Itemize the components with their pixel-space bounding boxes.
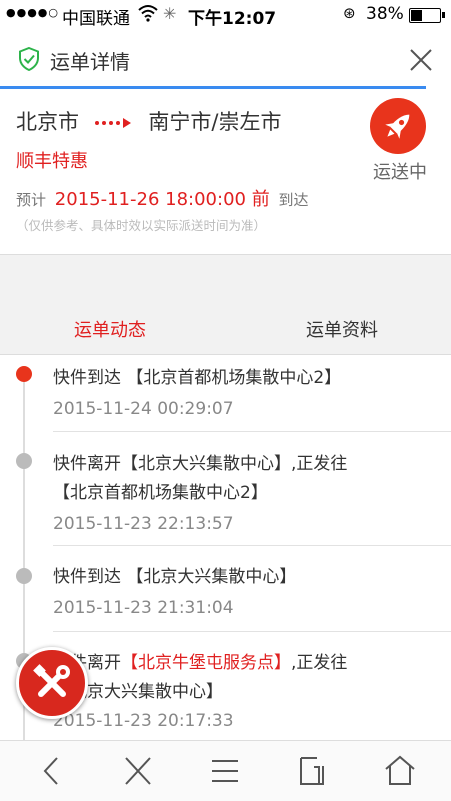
carrier-name: 中国联通: [62, 9, 130, 29]
status-bar: ●●●●○ 中国联通 ✳ 下午12:07 ⊛ 38%: [0, 0, 451, 30]
destination-city: 南宁市/崇左市: [148, 110, 282, 134]
eta-prefix: 预计: [16, 191, 47, 209]
home-icon[interactable]: [380, 753, 420, 789]
shipment-status: 运送中: [373, 162, 427, 183]
close-icon[interactable]: [118, 753, 158, 789]
battery-icon: [409, 8, 445, 23]
timeline-dot: [16, 568, 32, 584]
timeline-dot: [16, 453, 32, 469]
wifi-icon: [138, 4, 158, 27]
battery-fill: [411, 10, 422, 21]
eta-time: 2015-11-26 18:00:00 前: [54, 189, 270, 210]
origin-city: 北京市: [16, 110, 79, 134]
timeline-dot-current: [16, 366, 32, 382]
event-time: 2015-11-24 00:29:07: [53, 399, 234, 419]
bottom-toolbar: [0, 740, 451, 801]
page-load-progress: [0, 86, 426, 89]
event-time: 2015-11-23 22:13:57: [53, 514, 234, 534]
route-arrow-icon: [94, 118, 131, 128]
event-description: 快件离开【北京牛堡屯服务点】,正发往 【北京大兴集散中心】: [53, 653, 348, 702]
route: 北京市 南宁市/崇左市: [16, 106, 281, 136]
event-description: 快件到达 【北京大兴集散中心】: [53, 567, 297, 587]
eta-suffix: 到达: [278, 191, 309, 209]
rotation-lock-icon: ⊛: [343, 4, 356, 22]
tools-icon: [33, 664, 70, 697]
event-time: 2015-11-23 21:31:04: [53, 598, 234, 618]
tab-details[interactable]: 运单资料: [306, 316, 378, 342]
tab-tracking[interactable]: 运单动态: [74, 316, 146, 342]
eta: 预计 2015-11-26 18:00:00 前 到达: [16, 185, 309, 211]
tools-button[interactable]: [16, 647, 88, 719]
event-description: 快件到达 【北京首都机场集散中心2】: [53, 368, 342, 388]
tabs-icon[interactable]: [292, 753, 332, 789]
eta-disclaimer: （仅供参考、具体时效以实际派送时间为准）: [16, 218, 267, 233]
tab-bar: 运单动态 运单资料: [0, 300, 451, 355]
event-description: 快件离开【北京大兴集散中心】,正发往 【北京首都机场集散中心2】: [53, 454, 348, 503]
back-icon[interactable]: [32, 753, 72, 789]
rocket-icon: [385, 114, 410, 139]
battery-percent: 38%: [366, 4, 404, 24]
loading-icon: ✳: [163, 4, 177, 23]
signal-strength: ●●●●○: [6, 6, 59, 19]
menu-icon[interactable]: [205, 753, 245, 789]
service-type: 顺丰特惠: [16, 151, 88, 172]
page-title: 运单详情: [50, 50, 130, 74]
shield-icon: [19, 47, 39, 71]
page-header: 运单详情: [0, 30, 451, 88]
close-icon[interactable]: [407, 46, 435, 74]
clock: 下午12:07: [188, 9, 277, 29]
section-gap: [0, 254, 451, 301]
